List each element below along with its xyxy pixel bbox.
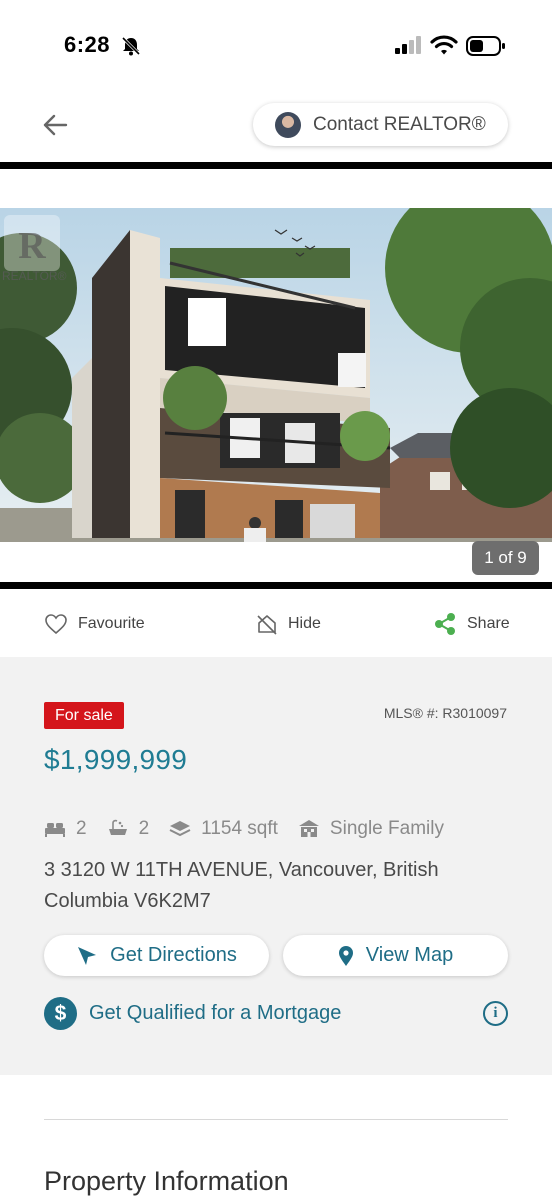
area-value: 1154 sqft bbox=[201, 818, 278, 839]
listing-details: For sale MLS® #: R3010097 $1,999,999 2 2 bbox=[0, 657, 552, 1075]
spec-bedrooms: 2 bbox=[44, 818, 87, 840]
listing-photo-image bbox=[0, 208, 552, 542]
share-button[interactable]: Share bbox=[433, 605, 510, 643]
listing-photo[interactable] bbox=[0, 208, 552, 542]
avatar bbox=[275, 111, 301, 138]
hide-button[interactable]: Hide bbox=[256, 605, 321, 643]
share-label: Share bbox=[467, 615, 510, 632]
building-icon bbox=[298, 820, 319, 837]
wifi-icon bbox=[430, 35, 458, 55]
bell-slash-icon bbox=[121, 36, 141, 56]
get-directions-label: Get Directions bbox=[110, 944, 237, 966]
bathtub-icon bbox=[108, 819, 127, 835]
bathrooms-value: 2 bbox=[138, 818, 150, 839]
back-button[interactable] bbox=[38, 108, 72, 142]
favourite-label: Favourite bbox=[78, 615, 145, 632]
status-bar: 6:28 bbox=[0, 0, 552, 90]
realtor-watermark: R REALTOR® bbox=[0, 213, 67, 285]
layers-icon bbox=[169, 821, 191, 837]
building-type-value: Single Family bbox=[329, 818, 444, 839]
divider bbox=[44, 1119, 508, 1120]
realtor-watermark-label: REALTOR® bbox=[2, 269, 67, 283]
dollar-circle-icon: $ bbox=[44, 997, 77, 1030]
contact-realtor-button[interactable]: Contact REALTOR® bbox=[253, 103, 508, 146]
navigation-arrow-icon bbox=[78, 946, 97, 965]
spec-building-type: Single Family bbox=[298, 818, 444, 840]
photo-counter: 1 of 9 bbox=[472, 541, 539, 575]
mls-number: MLS® #: R3010097 bbox=[383, 705, 507, 721]
listing-actions: Favourite Hide Share bbox=[0, 605, 552, 643]
hide-house-icon bbox=[257, 615, 277, 635]
bed-icon bbox=[45, 823, 65, 837]
svg-text:R: R bbox=[18, 225, 46, 267]
share-icon bbox=[435, 613, 455, 635]
signal-icon bbox=[395, 36, 421, 54]
arrow-left-icon bbox=[43, 114, 68, 136]
heart-icon bbox=[45, 614, 67, 635]
listing-specs: 2 2 1154 sqft Single Family bbox=[44, 815, 464, 843]
mortgage-link[interactable]: $ Get Qualified for a Mortgage bbox=[44, 997, 341, 1030]
get-directions-button[interactable]: Get Directions bbox=[44, 935, 269, 976]
divider bbox=[0, 162, 552, 169]
contact-realtor-label: Contact REALTOR® bbox=[313, 113, 486, 135]
info-icon[interactable]: i bbox=[483, 1001, 508, 1026]
mortgage-label: Get Qualified for a Mortgage bbox=[89, 1002, 342, 1024]
spec-area: 1154 sqft bbox=[169, 818, 278, 840]
listing-price: $1,999,999 bbox=[44, 744, 188, 775]
map-pin-icon bbox=[338, 945, 353, 966]
hide-label: Hide bbox=[288, 615, 321, 632]
status-badge: For sale bbox=[44, 702, 124, 729]
listing-address: 3 3120 W 11TH AVENUE, Vancouver, British… bbox=[44, 859, 439, 912]
divider bbox=[0, 582, 552, 589]
spec-bathrooms: 2 bbox=[107, 818, 150, 840]
favourite-button[interactable]: Favourite bbox=[44, 605, 145, 643]
battery-icon bbox=[466, 36, 505, 56]
view-map-button[interactable]: View Map bbox=[283, 935, 508, 976]
bedrooms-value: 2 bbox=[76, 818, 87, 839]
view-map-label: View Map bbox=[365, 944, 454, 966]
status-time: 6:28 bbox=[64, 32, 111, 57]
section-title-property-information: Property Information bbox=[44, 1166, 289, 1196]
